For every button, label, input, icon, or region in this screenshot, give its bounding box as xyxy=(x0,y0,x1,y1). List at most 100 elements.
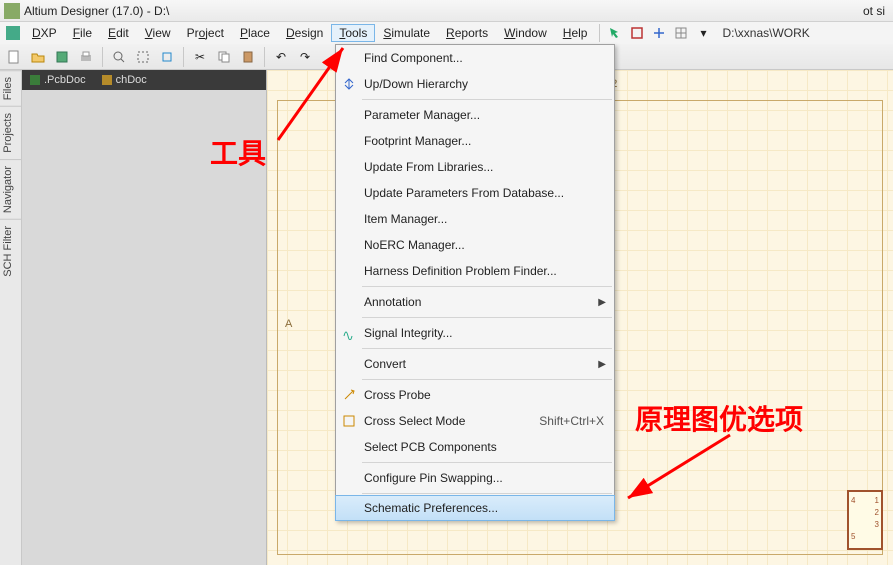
copy-icon[interactable] xyxy=(214,47,234,67)
signal-icon xyxy=(340,324,358,342)
pin-3: 3 xyxy=(875,520,879,529)
menu-signal-integrity[interactable]: Signal Integrity... xyxy=(336,320,614,346)
menu-item-label: Cross Select Mode xyxy=(364,414,465,428)
document-tabs: .PcbDoc chDoc xyxy=(22,70,266,90)
menu-separator xyxy=(362,317,612,318)
menu-separator xyxy=(599,24,600,42)
menu-find-component[interactable]: Find Component... xyxy=(336,45,614,71)
menu-item-label: Convert xyxy=(364,357,406,371)
pin-1: 1 xyxy=(875,496,879,505)
menu-footprint-manager[interactable]: Footprint Manager... xyxy=(336,128,614,154)
menu-file[interactable]: File xyxy=(65,24,100,42)
menu-select-pcb[interactable]: Select PCB Components xyxy=(336,434,614,460)
menu-config-swap[interactable]: Configure Pin Swapping... xyxy=(336,465,614,491)
menu-item-label: Cross Probe xyxy=(364,388,431,402)
pcbdoc-tab[interactable]: .PcbDoc xyxy=(22,70,94,90)
menu-separator xyxy=(362,99,612,100)
menu-project[interactable]: Project xyxy=(179,24,232,42)
menu-item-label: Parameter Manager... xyxy=(364,108,480,122)
menu-noerc-manager[interactable]: NoERC Manager... xyxy=(336,232,614,258)
menu-item-manager[interactable]: Item Manager... xyxy=(336,206,614,232)
menu-help[interactable]: Help xyxy=(555,24,596,42)
menu-separator xyxy=(362,379,612,380)
annotation-arrow-tools xyxy=(268,40,358,150)
title-bar: Altium Designer (17.0) - D:\ ot si xyxy=(0,0,893,22)
probe-icon xyxy=(340,386,358,404)
menu-item-label: Update From Libraries... xyxy=(364,160,493,174)
menu-convert[interactable]: Convert ▶ xyxy=(336,351,614,377)
menu-harness-finder[interactable]: Harness Definition Problem Finder... xyxy=(336,258,614,284)
menu-item-label: Configure Pin Swapping... xyxy=(364,471,503,485)
menu-cross-probe[interactable]: Cross Probe xyxy=(336,382,614,408)
menu-update-libraries[interactable]: Update From Libraries... xyxy=(336,154,614,180)
menu-dxp[interactable]: DDXPXP xyxy=(24,24,65,42)
menu-window[interactable]: Window xyxy=(496,24,555,42)
menu-item-label: NoERC Manager... xyxy=(364,238,465,252)
navigator-tab[interactable]: Navigator xyxy=(0,159,21,219)
menu-cross-select[interactable]: Cross Select Mode Shift+Ctrl+X xyxy=(336,408,614,434)
menu-edit[interactable]: Edit xyxy=(100,24,137,42)
schdoc-tab[interactable]: chDoc xyxy=(94,70,155,90)
submenu-arrow-icon: ▶ xyxy=(598,359,606,370)
tool-place-icon[interactable] xyxy=(628,24,646,42)
menu-item-label: Footprint Manager... xyxy=(364,134,471,148)
menu-item-label: Select PCB Components xyxy=(364,440,497,454)
pin-2: 2 xyxy=(875,508,879,517)
sch-icon xyxy=(102,75,112,85)
menu-parameter-manager[interactable]: Parameter Manager... xyxy=(336,102,614,128)
menu-item-label: Harness Definition Problem Finder... xyxy=(364,264,557,278)
schdoc-label: chDoc xyxy=(116,74,147,86)
menu-separator xyxy=(362,286,612,287)
cut-icon[interactable]: ✂ xyxy=(190,47,210,67)
new-file-icon[interactable] xyxy=(4,47,24,67)
component-chip[interactable]: 1 2 3 4 5 xyxy=(847,490,883,550)
zoom-area-icon[interactable] xyxy=(133,47,153,67)
menu-view[interactable]: View xyxy=(137,24,179,42)
tool-wire-icon[interactable] xyxy=(650,24,668,42)
annotation-tools-label: 工具 xyxy=(210,132,266,172)
menu-annotation[interactable]: Annotation▶ xyxy=(336,289,614,315)
menu-item-label: Find Component... xyxy=(364,51,463,65)
pcbdoc-label: .PcbDoc xyxy=(44,74,86,86)
menu-simulate[interactable]: Simulate xyxy=(375,24,438,42)
menu-reports[interactable]: Reports xyxy=(438,24,496,42)
shortcut-label: Shift+Ctrl+X xyxy=(539,414,604,428)
cross-select-icon xyxy=(340,412,358,430)
zoom-selected-icon[interactable] xyxy=(157,47,177,67)
projects-tab[interactable]: Projects xyxy=(0,106,21,159)
print-icon[interactable] xyxy=(76,47,96,67)
paste-icon[interactable] xyxy=(238,47,258,67)
tools-dropdown-menu: Find Component... Up/Down Hierarchy Para… xyxy=(335,44,615,521)
annotation-pref-label: 原理图优选项 xyxy=(635,398,803,438)
tool-select-icon[interactable] xyxy=(606,24,624,42)
menu-bar: DDXPXP File Edit View Project Place Desi… xyxy=(0,22,893,44)
window-title: Altium Designer (17.0) - D:\ xyxy=(24,4,169,18)
schfilter-tab[interactable]: SCH Filter xyxy=(0,219,21,283)
menu-separator xyxy=(362,348,612,349)
file-path: D:\xxnas\WORK xyxy=(714,26,809,40)
files-tab[interactable]: Files xyxy=(0,70,21,106)
menu-item-label: Signal Integrity... xyxy=(364,326,453,340)
zoom-fit-icon[interactable] xyxy=(109,47,129,67)
menu-updown-hierarchy[interactable]: Up/Down Hierarchy xyxy=(336,71,614,97)
ruler-letter: A xyxy=(285,318,292,330)
menu-separator xyxy=(362,493,612,494)
toolbar-divider xyxy=(102,47,103,67)
side-tabs: Files Projects Navigator SCH Filter xyxy=(0,70,22,565)
pcb-icon xyxy=(30,75,40,85)
menu-item-label: Schematic Preferences... xyxy=(364,501,498,515)
tool-dropdown-icon[interactable]: ▾ xyxy=(694,24,712,42)
annotation-arrow-pref xyxy=(620,430,740,510)
menu-item-label: Item Manager... xyxy=(364,212,447,226)
tool-grid-icon[interactable] xyxy=(672,24,690,42)
menu-item-label: Annotation xyxy=(364,295,421,309)
menu-separator xyxy=(362,462,612,463)
menu-update-database[interactable]: Update Parameters From Database... xyxy=(336,180,614,206)
menu-schematic-preferences[interactable]: Schematic Preferences... xyxy=(335,495,615,521)
menu-item-label: Update Parameters From Database... xyxy=(364,186,564,200)
title-suffix: ot si xyxy=(863,4,893,18)
open-icon[interactable] xyxy=(28,47,48,67)
dxp-icon[interactable] xyxy=(4,24,22,42)
toolbar-divider-2 xyxy=(183,47,184,67)
save-icon[interactable] xyxy=(52,47,72,67)
